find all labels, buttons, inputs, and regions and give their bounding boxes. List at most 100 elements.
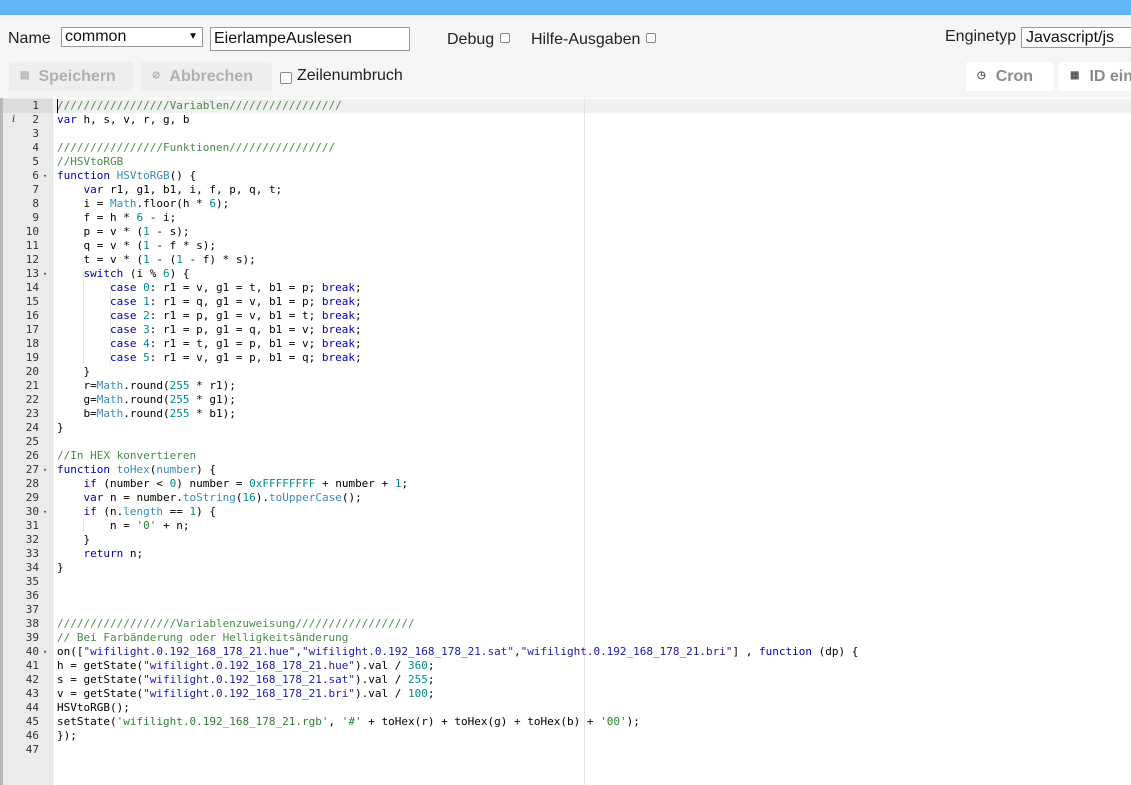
code-text[interactable]: return n; (57, 547, 144, 561)
code-line[interactable]: 15 case 1: r1 = q, g1 = v, b1 = p; break… (0, 295, 1131, 309)
code-line[interactable]: 34} (0, 561, 1131, 575)
code-text[interactable]: case 3: r1 = p, g1 = q, b1 = v; break; (57, 323, 362, 337)
code-line[interactable]: 36 (0, 589, 1131, 603)
code-text[interactable]: q = v * (1 - f * s); (57, 239, 215, 253)
code-line[interactable]: 47 (0, 743, 1131, 757)
code-line[interactable]: 20 } (0, 365, 1131, 379)
code-text[interactable]: case 2: r1 = p, g1 = v, b1 = t; break; (57, 309, 362, 323)
code-text[interactable]: s = getState("wifilight.0.192_168_178_21… (57, 673, 435, 687)
code-line[interactable]: 2 i var h, s, v, r, g, b (0, 113, 1131, 127)
code-text[interactable]: //HSVtoRGB (57, 155, 123, 169)
code-text[interactable]: function toHex(number) { (57, 463, 216, 477)
code-line[interactable]: 7 var r1, g1, b1, i, f, p, q, t; (0, 183, 1131, 197)
code-line[interactable]: 29 var n = number.toString(16).toUpperCa… (0, 491, 1131, 505)
code-text[interactable]: t = v * (1 - (1 - f) * s); (57, 253, 255, 267)
code-text[interactable]: function HSVtoRGB() { (57, 169, 196, 183)
code-line[interactable]: 31 n = '0' + n; (0, 519, 1131, 533)
code-line[interactable]: 27 ▾ function toHex(number) { (0, 463, 1131, 477)
code-line[interactable]: 45 setState('wifilight.0.192_168_178_21.r… (0, 715, 1131, 729)
code-line[interactable]: 6 ▾ function HSVtoRGB() { (0, 169, 1131, 183)
code-line[interactable]: 32 } (0, 533, 1131, 547)
fold-toggle-icon[interactable]: ▾ (43, 505, 47, 519)
code-text[interactable]: var n = number.toString(16).toUpperCase(… (57, 491, 362, 505)
code-line[interactable]: 38 //////////////////Variablenzuweisung//… (0, 617, 1131, 631)
code-text[interactable]: //In HEX konvertieren (57, 449, 196, 463)
save-button[interactable]: ▤ Speichern (9, 62, 133, 91)
code-text[interactable]: } (57, 533, 90, 547)
fold-toggle-icon[interactable]: ▾ (43, 645, 47, 659)
code-line[interactable]: 39 // Bei Farbänderung oder Helligkeitsän… (0, 631, 1131, 645)
cron-button[interactable]: ◷ Cron (966, 62, 1053, 91)
code-line[interactable]: 9 f = h * 6 - i; (0, 211, 1131, 225)
code-text[interactable]: if (number < 0) number = 0xFFFFFFFF + nu… (57, 477, 409, 491)
code-text[interactable]: var h, s, v, r, g, b (57, 113, 189, 127)
code-line[interactable]: 10 p = v * (1 - s); (0, 225, 1131, 239)
code-line[interactable]: 41 h = getState("wifilight.0.192_168_178_… (0, 659, 1131, 673)
code-line[interactable]: 18 case 4: r1 = t, g1 = p, b1 = v; break… (0, 337, 1131, 351)
code-line[interactable]: 46}); (0, 729, 1131, 743)
code-text[interactable]: } (57, 365, 90, 379)
code-text[interactable]: } (57, 561, 64, 575)
code-text[interactable]: switch (i % 6) { (57, 267, 190, 281)
fold-toggle-icon[interactable]: ▾ (43, 463, 47, 477)
hilfe-ausgaben-checkbox[interactable] (646, 33, 656, 43)
code-line[interactable]: 26 //In HEX konvertieren (0, 449, 1131, 463)
code-line[interactable]: 13 ▾ switch (i % 6) { (0, 267, 1131, 281)
cancel-button[interactable]: ⊘ Abbrechen (141, 62, 272, 91)
code-text[interactable]: //////////////////Variablenzuweisung////… (57, 617, 415, 631)
code-line[interactable]: 42 s = getState("wifilight.0.192_168_178_… (0, 673, 1131, 687)
group-select[interactable]: common ▼ (61, 27, 203, 47)
code-text[interactable]: case 0: r1 = v, g1 = t, b1 = p; break; (57, 281, 362, 295)
code-text[interactable]: /////////////////Variablen//////////////… (57, 99, 342, 113)
code-text[interactable]: }); (57, 729, 77, 743)
code-text[interactable]: if (n.length == 1) { (57, 505, 217, 519)
code-line[interactable]: 11 q = v * (1 - f * s); (0, 239, 1131, 253)
code-text[interactable]: b=Math.round(255 * b1); (57, 407, 235, 421)
code-text[interactable]: case 5: r1 = v, g1 = p, b1 = q; break; (57, 351, 362, 365)
fold-toggle-icon[interactable]: ▾ (43, 267, 47, 281)
info-annotation-icon[interactable]: i (12, 113, 15, 127)
code-text[interactable]: r=Math.round(255 * r1); (57, 379, 235, 393)
code-text[interactable]: case 1: r1 = q, g1 = v, b1 = p; break; (57, 295, 362, 309)
code-text[interactable]: HSVtoRGB(); (57, 701, 130, 715)
code-text[interactable]: i = Math.floor(h * 6); (57, 197, 229, 211)
code-text[interactable]: } (57, 421, 64, 435)
code-line[interactable]: 30 ▾ if (n.length == 1) { (0, 505, 1131, 519)
code-line[interactable]: 22 g=Math.round(255 * g1); (0, 393, 1131, 407)
code-line[interactable]: 4 ////////////////Funktionen/////////////… (0, 141, 1131, 155)
code-line[interactable]: 40 ▾ on(["wifilight.0.192_168_178_21.hue",… (0, 645, 1131, 659)
code-text[interactable]: var r1, g1, b1, i, f, p, q, t; (57, 183, 283, 197)
code-line[interactable]: 23 b=Math.round(255 * b1); (0, 407, 1131, 421)
engine-type-select[interactable]: Javascript/js (1021, 27, 1131, 48)
code-text[interactable]: n = '0' + n; (57, 519, 190, 533)
code-text[interactable]: case 4: r1 = t, g1 = p, b1 = v; break; (57, 337, 362, 351)
code-line[interactable]: 37 (0, 603, 1131, 617)
code-line[interactable]: 1 /////////////////Variablen/////////////… (0, 99, 1131, 113)
code-line[interactable]: 8 i = Math.floor(h * 6); (0, 197, 1131, 211)
code-text[interactable]: p = v * (1 - s); (57, 225, 189, 239)
script-name-input[interactable]: EierlampeAuslesen (210, 27, 410, 51)
code-line[interactable]: 17 case 3: r1 = p, g1 = q, b1 = v; break… (0, 323, 1131, 337)
code-line[interactable]: 21 r=Math.round(255 * r1); (0, 379, 1131, 393)
code-text[interactable]: h = getState("wifilight.0.192_168_178_21… (57, 659, 435, 673)
code-line[interactable]: 14 case 0: r1 = v, g1 = t, b1 = p; break… (0, 281, 1131, 295)
code-lines[interactable]: 1 /////////////////Variablen/////////////… (0, 99, 1131, 757)
code-text[interactable]: setState('wifilight.0.192_168_178_21.rgb… (57, 715, 640, 729)
fold-toggle-icon[interactable]: ▾ (43, 169, 47, 183)
code-text[interactable]: // Bei Farbänderung oder Helligkeitsände… (57, 631, 348, 645)
code-text[interactable]: f = h * 6 - i; (57, 211, 176, 225)
code-text[interactable]: on(["wifilight.0.192_168_178_21.hue","wi… (57, 645, 858, 659)
code-line[interactable]: 25 (0, 435, 1131, 449)
word-wrap-checkbox[interactable] (280, 72, 292, 84)
code-line[interactable]: 12 t = v * (1 - (1 - f) * s); (0, 253, 1131, 267)
code-line[interactable]: 44 HSVtoRGB(); (0, 701, 1131, 715)
code-line[interactable]: 16 case 2: r1 = p, g1 = v, b1 = t; break… (0, 309, 1131, 323)
code-line[interactable]: 5 //HSVtoRGB (0, 155, 1131, 169)
code-line[interactable]: 3 (0, 127, 1131, 141)
code-text[interactable]: v = getState("wifilight.0.192_168_178_21… (57, 687, 435, 701)
code-line[interactable]: 33 return n; (0, 547, 1131, 561)
code-text[interactable]: g=Math.round(255 * g1); (57, 393, 235, 407)
code-line[interactable]: 24} (0, 421, 1131, 435)
code-line[interactable]: 28 if (number < 0) number = 0xFFFFFFFF +… (0, 477, 1131, 491)
debug-checkbox[interactable] (500, 33, 510, 43)
